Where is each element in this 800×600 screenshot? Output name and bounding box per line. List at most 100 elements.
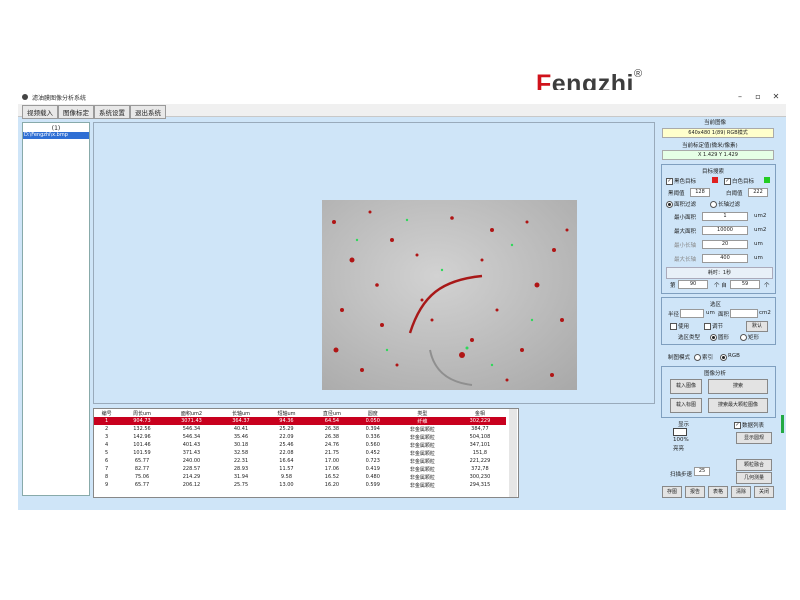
max-length-input[interactable]: 400 — [702, 254, 748, 263]
adjust-checkbox[interactable] — [704, 323, 711, 330]
table-cell: 1 — [94, 417, 120, 425]
table-cell: 17.00 — [324, 458, 340, 464]
search-button[interactable]: 搜索 — [708, 379, 768, 394]
rect-radio[interactable] — [740, 334, 747, 341]
radius-unit: um — [706, 310, 715, 316]
white-target-color-swatch[interactable] — [764, 177, 770, 183]
data-list-checkbox[interactable]: ✓ — [734, 422, 741, 429]
col-header[interactable]: 直径um — [309, 409, 354, 417]
geo-measure-button[interactable]: 几何测量 — [736, 472, 772, 484]
range-to-label: 个 自 — [714, 283, 727, 289]
col-header[interactable]: 类型 — [391, 409, 454, 417]
menu-image-calibration[interactable]: 图像标定 — [58, 105, 94, 119]
particle-data-table[interactable]: 编号 周长um 面积um2 长轴um 短轴um 直径um 圆度 类型 金相 19… — [93, 408, 519, 498]
table-cell: 0.394 — [365, 426, 380, 432]
circle-radio[interactable] — [710, 334, 717, 341]
table-button[interactable]: 表格 — [708, 486, 728, 498]
menu-video-load[interactable]: 视频载入 — [22, 105, 58, 119]
radius-label: 半径 — [668, 312, 680, 318]
black-target-label: 黑色目标 — [674, 179, 697, 185]
max-area-input[interactable]: 10000 — [702, 226, 748, 235]
roi-area-input[interactable] — [730, 309, 758, 318]
table-cell: 22.31 — [233, 458, 249, 464]
show-circle-button[interactable]: 显示圆规 — [736, 432, 772, 444]
black-target-checkbox[interactable]: ✓ — [666, 178, 673, 185]
max-length-unit: um — [754, 255, 763, 261]
radius-input[interactable] — [680, 309, 704, 318]
target-search-section: 目标搜索 ✓ 黑色目标 ✓ 白色目标 黑阈值 128 白阈值 222 面积过滤 … — [661, 164, 776, 294]
scan-step-input[interactable]: 25 — [694, 467, 710, 476]
minimize-icon[interactable]: – — [734, 92, 746, 101]
load-image-button[interactable]: 载入图像 — [670, 379, 702, 394]
white-target-label: 白色目标 — [732, 179, 755, 185]
save-image-button[interactable]: 存图 — [662, 486, 682, 498]
file-list[interactable]: (1) D:\Fengzhi\x.bmp — [22, 122, 90, 496]
display-icon[interactable] — [673, 428, 687, 436]
col-header[interactable]: 短轴um — [264, 409, 309, 417]
table-cell: 非金属颗粒 — [409, 450, 435, 457]
table-cell: 6 — [105, 458, 109, 464]
table-row[interactable]: 6 65.77 240.00 22.31 16.64 17.00 0.723 非金属颗粒 221… — [94, 457, 506, 465]
col-header[interactable]: 金相 — [454, 409, 506, 417]
table-row[interactable]: 2 132.56 546.34 40.41 25.29 26.38 0.394 非金属颗粒 38… — [94, 425, 506, 433]
area-filter-radio[interactable] — [666, 201, 673, 208]
menu-system-settings[interactable]: 系统设置 — [94, 105, 130, 119]
report-button[interactable]: 报告 — [685, 486, 705, 498]
table-cell: 35.46 — [233, 434, 249, 440]
table-scrollbar[interactable] — [509, 409, 517, 497]
table-cell: 13.00 — [279, 482, 294, 488]
col-header[interactable]: 面积um2 — [165, 409, 219, 417]
table-cell: 16.20 — [324, 482, 340, 488]
draw-mode-rgb-radio[interactable] — [720, 354, 727, 361]
table-row[interactable]: 4 101.46 401.43 30.18 25.46 24.76 0.560 非金属颗粒 34… — [94, 441, 506, 449]
roi-area-unit: cm2 — [759, 310, 771, 316]
table-cell: 401.43 — [182, 442, 201, 448]
table-cell: 0.599 — [365, 482, 380, 488]
default-button[interactable]: 默认 — [746, 321, 768, 332]
close-icon[interactable]: ✕ — [770, 92, 782, 101]
draw-mode-gray-radio[interactable] — [694, 354, 701, 361]
table-row[interactable]: 9 65.77 206.12 25.75 13.00 16.20 0.599 非金属颗粒 294… — [94, 481, 506, 489]
close-button[interactable]: 关闭 — [754, 486, 774, 498]
min-length-unit: um — [754, 241, 763, 247]
table-cell: 101.59 — [133, 450, 151, 456]
table-row[interactable]: 3 142.96 546.34 35.46 22.09 26.38 0.336 非金属颗粒 50… — [94, 433, 506, 441]
white-threshold-input[interactable]: 222 — [748, 188, 768, 197]
search-max-particle-button[interactable]: 搜索最大颗粒图像 — [708, 398, 768, 413]
particle-fuse-button[interactable]: 颗粒融合 — [736, 459, 772, 471]
col-header[interactable]: 圆度 — [355, 409, 391, 417]
microscope-image[interactable] — [322, 200, 577, 390]
use-checkbox[interactable] — [670, 323, 677, 330]
black-threshold-input[interactable]: 128 — [690, 188, 710, 197]
col-header[interactable]: 长轴um — [218, 409, 263, 417]
table-row[interactable]: 1 904.73 3071.43 364.37 94.36 64.54 0.050 纤维 302… — [94, 417, 506, 425]
table-row[interactable]: 8 75.06 214.29 31.94 9.58 16.52 0.480 非金属颗粒 300,… — [94, 473, 506, 481]
table-cell: 25.75 — [233, 482, 249, 488]
load-mark-button[interactable]: 载入标图 — [670, 398, 702, 413]
min-area-input[interactable]: 1 — [702, 212, 748, 221]
table-cell: 16.52 — [324, 474, 340, 480]
black-target-color-swatch[interactable] — [712, 177, 718, 183]
table-cell: 0.050 — [354, 417, 391, 425]
col-header[interactable]: 周长um — [119, 409, 164, 417]
range-from-input[interactable]: 90 — [678, 280, 708, 289]
roi-area-label: 面积 — [718, 312, 730, 318]
min-length-input[interactable]: 20 — [702, 240, 748, 249]
table-cell: 25.46 — [279, 442, 294, 448]
table-cell: 24.76 — [324, 442, 340, 448]
table-cell: 0.336 — [365, 434, 380, 440]
length-filter-radio[interactable] — [710, 201, 717, 208]
file-list-header: (1) — [51, 125, 61, 132]
menu-exit-system[interactable]: 退出系统 — [130, 105, 166, 119]
table-cell: 非金属颗粒 — [409, 434, 435, 441]
range-to-input[interactable]: 59 — [730, 280, 760, 289]
file-list-item[interactable]: D:\Fengzhi\x.bmp — [23, 132, 89, 139]
col-header[interactable]: 编号 — [94, 409, 119, 417]
table-cell: 28.93 — [233, 466, 249, 472]
white-target-checkbox[interactable]: ✓ — [724, 178, 731, 185]
clear-button[interactable]: 清除 — [731, 486, 751, 498]
table-cell: 25.29 — [279, 426, 294, 432]
restore-icon[interactable]: ▫ — [752, 92, 764, 101]
table-row[interactable]: 5 101.59 371.43 32.58 22.08 21.75 0.452 非金属颗粒 15… — [94, 449, 506, 457]
table-row[interactable]: 7 82.77 228.57 28.93 11.57 17.06 0.419 非金属颗粒 372… — [94, 465, 506, 473]
